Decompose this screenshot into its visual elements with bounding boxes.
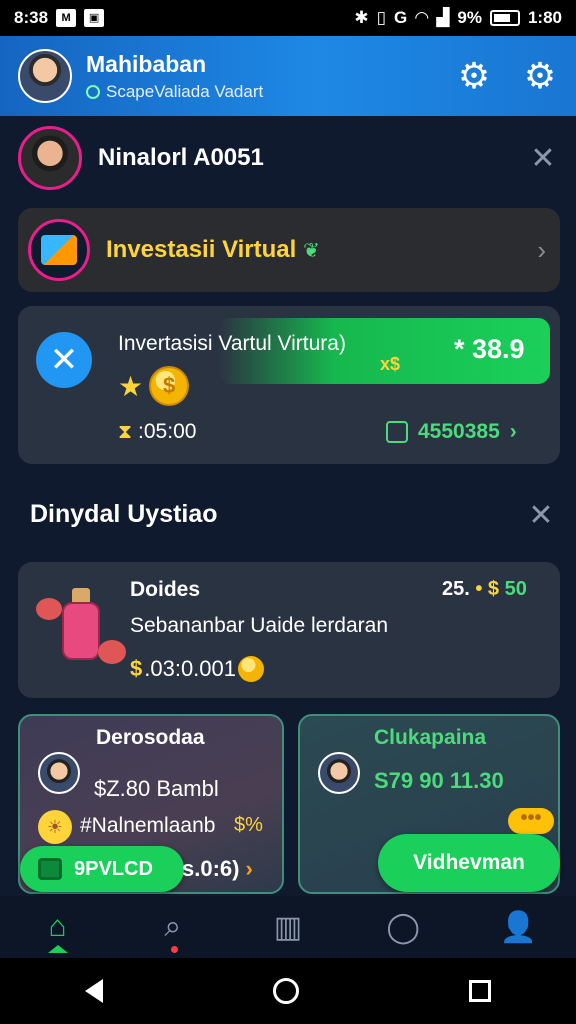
vibrate-icon: ▯ (376, 8, 386, 27)
x-logo-icon: ✕ (36, 332, 92, 388)
bottom-nav: ⌂ ⌕ ▥ ◯ 👤 (0, 896, 576, 958)
data-icon: G (394, 8, 408, 27)
close-icon[interactable]: ✕ (528, 141, 558, 176)
offer-left-avatar (38, 752, 80, 794)
store-icon[interactable]: ▥ (260, 899, 316, 955)
balance-right-value[interactable]: 4550385 › (386, 420, 517, 444)
user-subtitle-text: ScapeValiada Vadart (106, 81, 264, 101)
online-status-icon (86, 84, 100, 99)
offer-left-pill-button[interactable]: 9PVLCD (20, 846, 184, 892)
product-price-text: .03:0.001 (144, 656, 236, 681)
chevron-right-icon: › (509, 420, 517, 443)
chat-icon[interactable]: ◯ (375, 899, 431, 955)
product-stats-white: 25. (442, 578, 470, 600)
invest-card-title: Investasii Virtual ❦ (106, 236, 537, 264)
notification-dot (170, 946, 178, 953)
investasi-virtual-card[interactable]: Investasii Virtual ❦ › (18, 208, 560, 292)
search-icon[interactable]: ⌕ (145, 899, 201, 955)
wallet-icon (386, 421, 408, 443)
ticket-icon (38, 858, 62, 880)
offer-left-amount: $Z.80 Bambl (94, 776, 219, 801)
status-right: ✱ ▯ G ◠ ▟ 9% 1:80 (354, 8, 562, 28)
product-price: $ .03:0.001 (130, 656, 264, 682)
battery-percent: 9% (457, 8, 482, 27)
product-stats: 25. • $ 50 (442, 578, 527, 601)
home-icon[interactable]: ⌂ (30, 899, 86, 955)
offer-right-avatar (318, 752, 360, 794)
offer-left-subtitle: #Nalnemlaanb (80, 814, 216, 837)
wifi-icon: ◠ (415, 8, 429, 27)
chevron-right-icon: › (245, 856, 253, 881)
balance-amount: * 38.9 (454, 334, 525, 364)
status-left: 8:38 M ▣ (14, 8, 105, 28)
product-name: Doides (130, 578, 201, 601)
hourglass-icon: ⧗ (118, 420, 133, 443)
offer-card-right[interactable]: Clukapaina S79 90 11.30 ••• Vidhevman (298, 714, 560, 894)
system-nav-bar (0, 958, 576, 1024)
offer-left-extra-text: s.0:6) (182, 856, 240, 881)
balance-time-text: :05:00 (138, 420, 197, 443)
perfume-bottle-icon (36, 584, 126, 674)
gear-icon[interactable]: ⚙ (456, 58, 492, 94)
reward-icons: ★ $ (118, 366, 190, 406)
leaf-icon: ❦ (302, 240, 320, 262)
clock: 1:80 (527, 8, 562, 27)
chevron-right-icon[interactable]: › (537, 235, 546, 266)
profile-name: Ninalorl A0051 (98, 144, 264, 171)
app-header: Mahibaban ScapeValiada Vadart ⚙ ⚙ (0, 36, 576, 116)
balance-badge: x$ (380, 354, 401, 374)
balance-title: Invertasisi Vartul Virtura) (118, 332, 346, 355)
dollar-symbol: $ (130, 656, 143, 681)
user-name: Mahibaban (86, 50, 207, 77)
offer-left-title: Derosodaa (96, 726, 205, 749)
star-icon: ★ (118, 370, 144, 402)
status-left-text: 8:38 (14, 8, 49, 27)
back-icon[interactable] (85, 979, 103, 1003)
status-bar: 8:38 M ▣ ✱ ▯ G ◠ ▟ 9% 1:80 (0, 0, 576, 36)
offer-left-pill-label: 9PVLCD (74, 857, 153, 880)
product-card[interactable]: Doides 25. • $ 50 Sebananbar Uaide lerda… (18, 562, 560, 698)
profile-avatar[interactable] (18, 126, 82, 190)
product-stats-gold: • $ (475, 578, 500, 600)
offer-card-left[interactable]: Derosodaa $Z.80 Bambl ☀ #Nalnemlaanb $% … (18, 714, 284, 894)
balance-right-text: 4550385 (418, 420, 500, 443)
close-icon[interactable]: ✕ (526, 498, 556, 533)
invest-card-title-text: Investasii Virtual (106, 236, 297, 263)
more-icon[interactable]: ••• (508, 808, 554, 834)
balance-card[interactable]: ✕ Invertasisi Vartul Virtura) x$ * 38.9 … (18, 306, 560, 464)
header-text: Mahibaban ScapeValiada Vadart (86, 51, 426, 102)
offer-left-extra: s.0:6) › (182, 856, 253, 882)
offer-left-badge: $% (234, 814, 263, 836)
user-avatar[interactable] (18, 49, 72, 103)
profile-row: Ninalorl A0051 ✕ (18, 126, 558, 190)
offer-right-button[interactable]: Vidhevman (378, 834, 560, 892)
coin-icon (238, 656, 264, 682)
offer-right-amount: S79 90 11.30 (374, 768, 504, 793)
battery-icon (489, 10, 520, 26)
product-description: Sebananbar Uaide lerdaran (130, 614, 389, 637)
user-subtitle: ScapeValiada Vadart (86, 82, 426, 102)
product-stats-green: 50 (504, 578, 527, 600)
offer-right-title: Clukapaina (374, 726, 487, 749)
gear-icon[interactable]: ⚙ (522, 58, 558, 94)
home-circle-icon[interactable] (273, 978, 299, 1004)
image-icon: ▣ (84, 9, 105, 27)
bluetooth-icon: ✱ (354, 8, 369, 27)
profile-icon[interactable]: 👤 (490, 899, 546, 955)
mail-icon: M (56, 9, 77, 27)
signal-icon: ▟ (436, 8, 450, 27)
sun-icon: ☀ (38, 810, 72, 844)
section-title: Dinydal Uystiao (30, 500, 218, 528)
portfolio-icon (28, 219, 90, 281)
coin-icon: $ (149, 366, 190, 406)
balance-timer: ⧗ :05:00 (118, 420, 196, 444)
recent-apps-icon[interactable] (469, 980, 491, 1002)
